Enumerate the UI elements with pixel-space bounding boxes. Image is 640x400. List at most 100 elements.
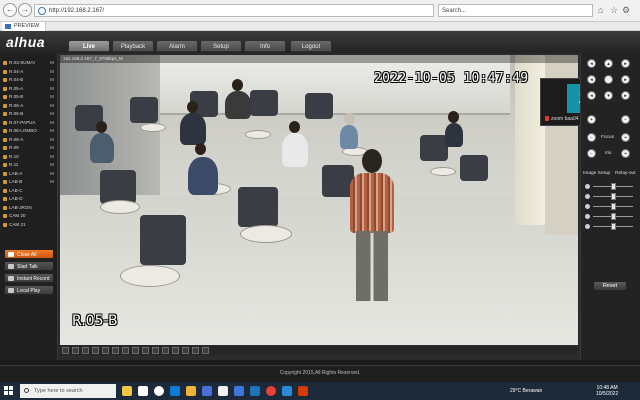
zoom-app-icon[interactable] — [234, 386, 244, 396]
channel-item[interactable]: R.06-A M — [2, 102, 56, 110]
file-explorer-icon[interactable] — [186, 386, 196, 396]
slider-knob[interactable] — [611, 213, 616, 220]
zoom-out-button[interactable]: − — [621, 115, 630, 124]
stream-icon[interactable] — [182, 347, 189, 354]
image-slider[interactable] — [585, 193, 637, 200]
relay-out-tab[interactable]: Relay-out — [615, 171, 636, 176]
layout-36-icon[interactable] — [122, 347, 129, 354]
channel-item[interactable]: CAM 20 — [2, 212, 56, 220]
tab-logout[interactable]: Logout — [290, 40, 332, 52]
browser-search-input[interactable]: Search... — [438, 4, 593, 17]
start-talk-button[interactable]: Start Talk — [4, 261, 54, 271]
store-icon[interactable] — [202, 386, 212, 396]
live-video-view[interactable]: 192.168.2.167_7_9796bps_M 2022-10-05 10:… — [60, 55, 578, 345]
close-all-button[interactable]: Close All — [4, 249, 54, 259]
settings-icon[interactable] — [192, 347, 199, 354]
ptz-down-left-button[interactable]: ◂ — [587, 91, 596, 100]
talk-icon[interactable] — [172, 347, 179, 354]
channel-item[interactable]: R.05-A M — [2, 85, 56, 93]
image-slider[interactable] — [585, 223, 637, 230]
slider-knob[interactable] — [611, 223, 616, 230]
channel-mode[interactable]: M — [50, 102, 54, 110]
ptz-up-right-button[interactable]: ▸ — [621, 59, 630, 68]
channel-item[interactable]: R.08-LOMBO M — [2, 127, 56, 135]
channel-mode[interactable]: M — [50, 153, 54, 161]
layout-25-icon[interactable] — [112, 347, 119, 354]
channel-item[interactable]: R.03-SUMAI M — [2, 59, 56, 67]
taskbar-clock[interactable]: 10:48 AM 10/5/2022 — [596, 385, 618, 397]
channel-item[interactable]: CAM 21 — [2, 221, 56, 229]
image-slider[interactable] — [585, 203, 637, 210]
ptz-down-button[interactable]: ▾ — [604, 91, 613, 100]
channel-item[interactable]: R.09 M — [2, 144, 56, 152]
tab-info[interactable]: Info — [244, 40, 286, 52]
channel-mode[interactable]: M — [50, 85, 54, 93]
record-icon[interactable] — [142, 347, 149, 354]
focus-plus-button[interactable]: + — [621, 133, 630, 142]
channel-item[interactable]: R.07-PAPUA M — [2, 119, 56, 127]
ptz-down-right-button[interactable]: ▸ — [621, 91, 630, 100]
focus-minus-button[interactable]: − — [587, 133, 596, 142]
ptz-up-button[interactable]: ▴ — [604, 59, 613, 68]
ptz-left-button[interactable]: ◂ — [587, 75, 596, 84]
word-icon[interactable] — [250, 386, 260, 396]
channel-item[interactable]: R.06-B M — [2, 110, 56, 118]
ptz-right-button[interactable]: ▸ — [621, 75, 630, 84]
tab-setup[interactable]: Setup — [200, 40, 242, 52]
channel-mode[interactable]: M — [50, 170, 54, 178]
address-bar[interactable]: http://192.168.2.167/ — [34, 4, 434, 17]
channel-mode[interactable]: M — [50, 68, 54, 76]
edge-icon[interactable] — [170, 386, 180, 396]
channel-mode[interactable]: M — [50, 178, 54, 186]
image-slider[interactable] — [585, 183, 637, 190]
chrome-icon[interactable] — [266, 386, 276, 396]
fullscreen-icon[interactable] — [62, 347, 69, 354]
channel-item[interactable]: R.10 M — [2, 153, 56, 161]
tab-playback[interactable]: Playback — [112, 40, 154, 52]
channel-item[interactable]: R.04-B M — [2, 76, 56, 84]
channel-item[interactable]: R.04-A M — [2, 68, 56, 76]
tab-live[interactable]: Live — [68, 40, 110, 52]
channel-mode[interactable]: M — [50, 110, 54, 118]
weather-widget[interactable]: 29°C Berawan — [510, 388, 542, 394]
channel-item[interactable]: LAB-JRGN — [2, 204, 56, 212]
layout-9-icon[interactable] — [92, 347, 99, 354]
channel-mode[interactable]: M — [50, 119, 54, 127]
home-icon[interactable]: ⌂ — [598, 5, 603, 15]
cortana-icon[interactable] — [154, 386, 164, 396]
channel-item[interactable]: LAB-D — [2, 195, 56, 203]
back-button[interactable]: ← — [3, 3, 17, 17]
iris-minus-button[interactable]: − — [587, 149, 596, 158]
task-view-icon[interactable] — [138, 386, 148, 396]
slider-knob[interactable] — [611, 193, 616, 200]
reset-button[interactable]: Reset — [593, 281, 627, 291]
ptz-center-button[interactable] — [604, 75, 613, 84]
zoom-in-button[interactable]: + — [587, 115, 596, 124]
slider-knob[interactable] — [611, 183, 616, 190]
taskbar-search-input[interactable]: Type here to search — [20, 384, 116, 398]
channel-mode[interactable]: M — [50, 76, 54, 84]
powerpoint-icon[interactable] — [298, 386, 308, 396]
favorites-icon[interactable]: ☆ — [610, 5, 618, 16]
channel-item[interactable]: R.05-B M — [2, 93, 56, 101]
channel-mode[interactable]: M — [50, 59, 54, 67]
channel-item[interactable]: R.11 M — [2, 161, 56, 169]
channel-item[interactable]: LAB-A M — [2, 170, 56, 178]
channel-item[interactable]: LAB-C — [2, 187, 56, 195]
snapshot-icon[interactable] — [132, 347, 139, 354]
zoom-icon[interactable] — [152, 347, 159, 354]
channel-item[interactable]: R.08-A M — [2, 136, 56, 144]
channel-item[interactable]: LAB-B M — [2, 178, 56, 186]
windows-start-icon[interactable] — [4, 386, 14, 396]
forward-button[interactable]: → — [18, 3, 32, 17]
tab-alarm[interactable]: Alarm — [156, 40, 198, 52]
audio-icon[interactable] — [162, 347, 169, 354]
mail-icon[interactable] — [218, 386, 228, 396]
channel-mode[interactable]: M — [50, 136, 54, 144]
ptz-up-left-button[interactable]: ◂ — [587, 59, 596, 68]
iris-plus-button[interactable]: + — [621, 149, 630, 158]
channel-mode[interactable]: M — [50, 161, 54, 169]
browser-tab[interactable]: PREVIEW — [2, 22, 47, 31]
channel-mode[interactable]: M — [50, 127, 54, 135]
layout-16-icon[interactable] — [102, 347, 109, 354]
